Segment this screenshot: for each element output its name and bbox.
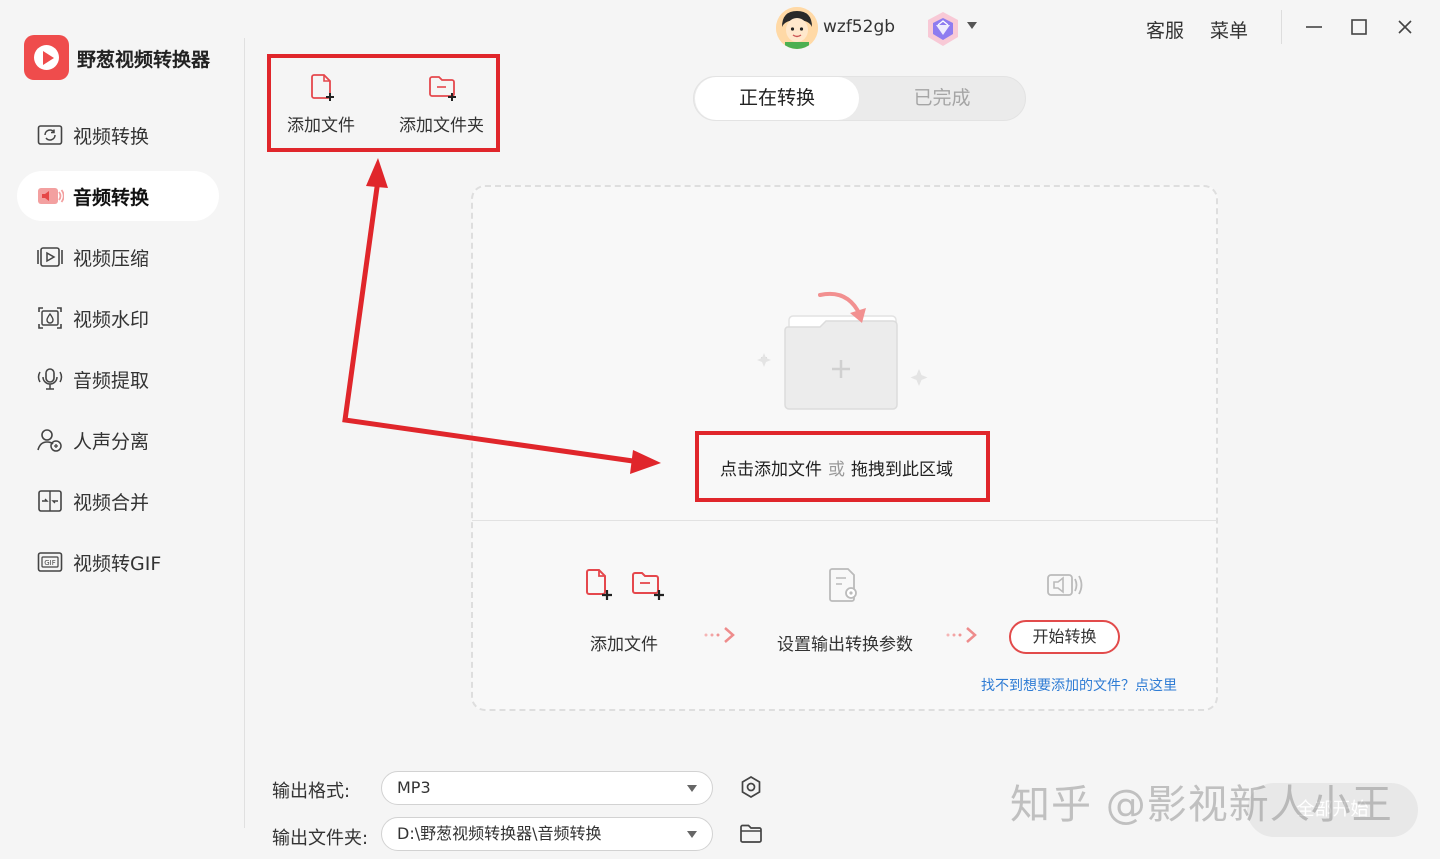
gear-icon <box>741 776 761 798</box>
step-arrow-icon <box>946 627 977 643</box>
step-set-params-label: 设置输出转换参数 <box>777 635 913 655</box>
output-folder-label: 输出文件夹: <box>272 828 369 849</box>
start-convert-button[interactable]: 开始转换 <box>1009 620 1120 654</box>
format-settings-button[interactable] <box>738 774 764 800</box>
chevron-down-icon <box>687 831 697 838</box>
watermark-text: 知乎 @影视新人小王 <box>1010 782 1393 828</box>
output-folder-select[interactable]: D:\野葱视频转换器\音频转换 <box>381 817 713 851</box>
output-folder-value: D:\野葱视频转换器\音频转换 <box>397 824 602 843</box>
chevron-down-icon <box>687 785 697 792</box>
step-add-file-label: 添加文件 <box>590 635 658 655</box>
output-format-value: MP3 <box>397 778 431 797</box>
step-settings-icon <box>829 568 857 602</box>
annotation-arrows <box>342 158 661 474</box>
step-audio-icon <box>1047 574 1083 596</box>
folder-icon <box>740 824 762 843</box>
output-format-select[interactable]: MP3 <box>381 771 713 805</box>
help-link[interactable]: 找不到想要添加的文件？点这里 <box>981 675 1177 695</box>
step-arrow-icon <box>704 627 735 643</box>
output-format-label: 输出格式: <box>272 781 351 802</box>
open-folder-button[interactable] <box>738 821 764 847</box>
step-add-file-icon <box>586 569 664 600</box>
